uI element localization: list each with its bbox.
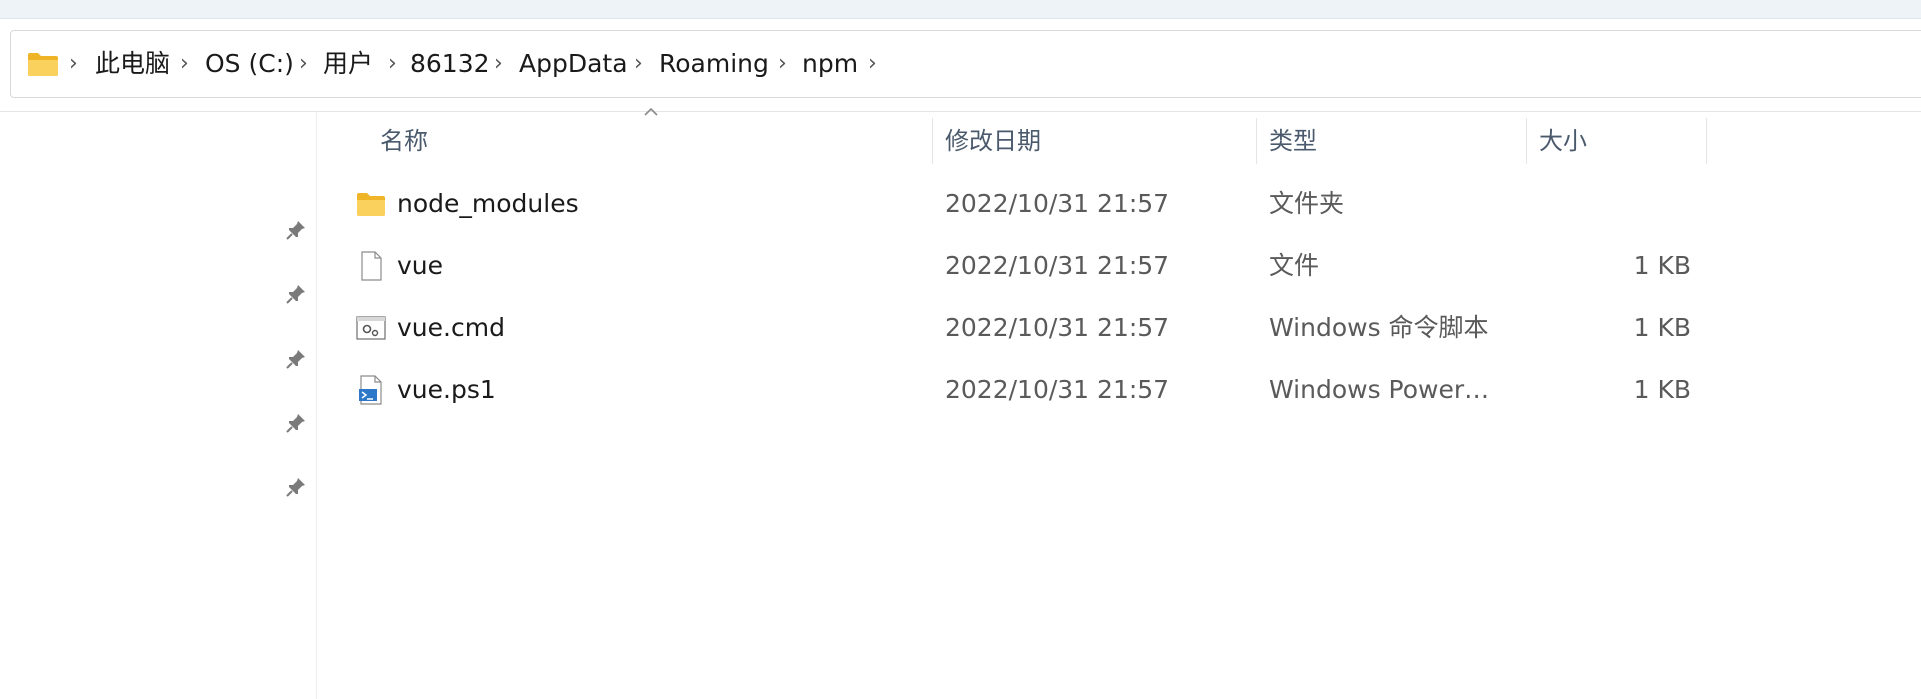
navigation-pane (0, 112, 317, 699)
pin-icon[interactable] (285, 412, 307, 434)
pin-icon[interactable] (285, 219, 307, 241)
pin-icon[interactable] (285, 348, 307, 370)
folder-icon (357, 193, 385, 216)
file-row-vue[interactable]: vue 2022/10/31 21:57 文件 1 KB (340, 237, 1700, 295)
breadcrumb-roaming[interactable]: Roaming (659, 31, 769, 97)
chevron-right-icon[interactable]: › (388, 31, 397, 97)
breadcrumb-user-86132[interactable]: 86132 (410, 31, 490, 97)
breadcrumb-npm[interactable]: npm (802, 31, 858, 97)
column-header-name[interactable]: 名称 (380, 118, 428, 164)
chevron-right-icon[interactable]: › (868, 31, 877, 97)
file-date: 2022/10/31 21:57 (945, 375, 1170, 404)
file-size: 1 KB (1633, 251, 1691, 280)
file-name: vue.cmd (397, 313, 505, 342)
file-name: vue (397, 251, 444, 280)
folder-icon (28, 53, 58, 76)
chevron-right-icon[interactable]: › (494, 31, 503, 97)
column-divider[interactable] (932, 118, 933, 164)
file-date: 2022/10/31 21:57 (945, 251, 1170, 280)
column-header-date[interactable]: 修改日期 (945, 118, 1041, 164)
file-size: 1 KB (1633, 375, 1691, 404)
file-type: 文件 (1269, 251, 1320, 280)
file-date: 2022/10/31 21:57 (945, 189, 1170, 218)
breadcrumb-c-drive[interactable]: OS (C:) (205, 31, 294, 97)
chevron-right-icon[interactable]: › (778, 31, 787, 97)
cmd-script-icon (356, 316, 386, 340)
breadcrumb-appdata[interactable]: AppData (519, 31, 628, 97)
sort-ascending-icon (644, 107, 658, 116)
chevron-right-icon[interactable]: › (299, 31, 308, 97)
column-header-type[interactable]: 类型 (1269, 118, 1317, 164)
breadcrumb-this-pc[interactable]: 此电脑 (95, 31, 170, 97)
window-top-strip (0, 0, 1921, 19)
file-type: Windows 命令脚本 (1269, 313, 1489, 342)
column-header-size[interactable]: 大小 (1539, 118, 1587, 164)
column-divider[interactable] (1706, 118, 1707, 164)
file-date: 2022/10/31 21:57 (945, 313, 1170, 342)
chevron-right-icon[interactable]: › (69, 31, 78, 97)
file-row-vue-ps1[interactable]: vue.ps1 2022/10/31 21:57 Windows PowerSh… (340, 361, 1700, 419)
file-row-node-modules[interactable]: node_modules 2022/10/31 21:57 文件夹 (340, 175, 1700, 233)
file-row-vue-cmd[interactable]: vue.cmd 2022/10/31 21:57 Windows 命令脚本 1 … (340, 299, 1700, 357)
powershell-script-icon (359, 375, 382, 405)
file-name: node_modules (397, 189, 579, 218)
column-divider[interactable] (1526, 118, 1527, 164)
file-name: vue.ps1 (397, 375, 496, 404)
address-bar[interactable]: › 此电脑 › OS (C:) › 用户 › 86132 › AppData ›… (10, 30, 1921, 98)
file-type: Windows PowerSh... (1269, 375, 1499, 404)
file-type: 文件夹 (1269, 189, 1345, 218)
pin-icon[interactable] (285, 283, 307, 305)
pin-icon[interactable] (285, 476, 307, 498)
chevron-right-icon[interactable]: › (634, 31, 643, 97)
file-size: 1 KB (1633, 313, 1691, 342)
chevron-right-icon[interactable]: › (180, 31, 189, 97)
breadcrumb-users[interactable]: 用户 (323, 31, 373, 97)
file-icon (361, 251, 382, 281)
column-divider[interactable] (1256, 118, 1257, 164)
